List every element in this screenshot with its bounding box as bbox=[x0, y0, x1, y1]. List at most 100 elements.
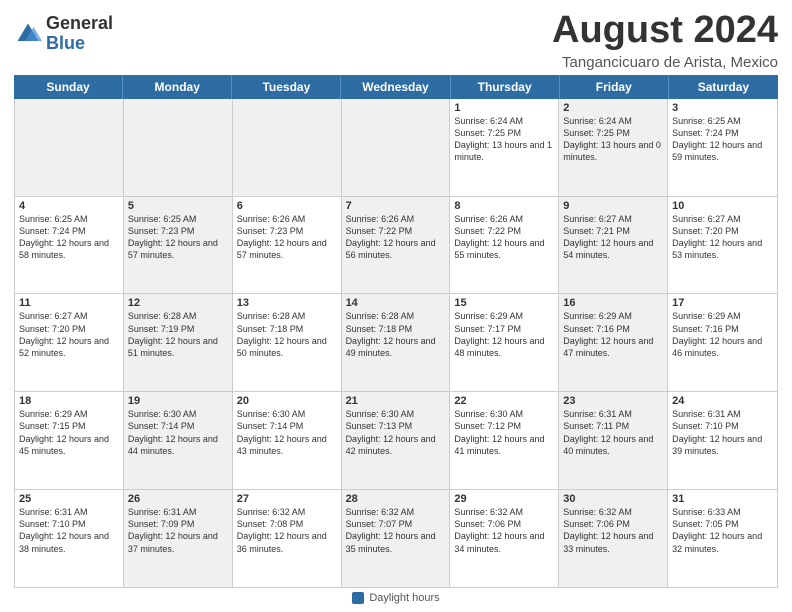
day-number: 3 bbox=[672, 102, 773, 114]
day-number: 18 bbox=[19, 395, 119, 407]
cal-cell-0-4: 1Sunrise: 6:24 AM Sunset: 7:25 PM Daylig… bbox=[450, 99, 559, 196]
day-info: Sunrise: 6:26 AM Sunset: 7:22 PM Dayligh… bbox=[454, 213, 554, 262]
cal-cell-1-5: 9Sunrise: 6:27 AM Sunset: 7:21 PM Daylig… bbox=[559, 197, 668, 294]
day-number: 15 bbox=[454, 297, 554, 309]
day-info: Sunrise: 6:33 AM Sunset: 7:05 PM Dayligh… bbox=[672, 506, 773, 555]
cal-cell-3-4: 22Sunrise: 6:30 AM Sunset: 7:12 PM Dayli… bbox=[450, 392, 559, 489]
cal-cell-2-4: 15Sunrise: 6:29 AM Sunset: 7:17 PM Dayli… bbox=[450, 294, 559, 391]
logo: General Blue bbox=[14, 14, 113, 54]
cal-cell-0-1 bbox=[124, 99, 233, 196]
day-number: 17 bbox=[672, 297, 773, 309]
day-number: 9 bbox=[563, 200, 663, 212]
cal-cell-3-5: 23Sunrise: 6:31 AM Sunset: 7:11 PM Dayli… bbox=[559, 392, 668, 489]
cal-cell-0-5: 2Sunrise: 6:24 AM Sunset: 7:25 PM Daylig… bbox=[559, 99, 668, 196]
day-info: Sunrise: 6:25 AM Sunset: 7:24 PM Dayligh… bbox=[672, 115, 773, 164]
cal-week-0: 1Sunrise: 6:24 AM Sunset: 7:25 PM Daylig… bbox=[15, 99, 777, 197]
day-number: 4 bbox=[19, 200, 119, 212]
day-number: 28 bbox=[346, 493, 446, 505]
day-info: Sunrise: 6:27 AM Sunset: 7:21 PM Dayligh… bbox=[563, 213, 663, 262]
cal-cell-1-0: 4Sunrise: 6:25 AM Sunset: 7:24 PM Daylig… bbox=[15, 197, 124, 294]
header-monday: Monday bbox=[123, 75, 232, 99]
subtitle: Tangancicuaro de Arista, Mexico bbox=[552, 54, 778, 71]
cal-cell-3-2: 20Sunrise: 6:30 AM Sunset: 7:14 PM Dayli… bbox=[233, 392, 342, 489]
day-info: Sunrise: 6:26 AM Sunset: 7:22 PM Dayligh… bbox=[346, 213, 446, 262]
cal-cell-2-6: 17Sunrise: 6:29 AM Sunset: 7:16 PM Dayli… bbox=[668, 294, 777, 391]
cal-cell-4-6: 31Sunrise: 6:33 AM Sunset: 7:05 PM Dayli… bbox=[668, 490, 777, 587]
cal-cell-0-6: 3Sunrise: 6:25 AM Sunset: 7:24 PM Daylig… bbox=[668, 99, 777, 196]
day-info: Sunrise: 6:28 AM Sunset: 7:19 PM Dayligh… bbox=[128, 310, 228, 359]
day-number: 27 bbox=[237, 493, 337, 505]
day-number: 12 bbox=[128, 297, 228, 309]
day-number: 7 bbox=[346, 200, 446, 212]
day-info: Sunrise: 6:25 AM Sunset: 7:23 PM Dayligh… bbox=[128, 213, 228, 262]
day-info: Sunrise: 6:29 AM Sunset: 7:17 PM Dayligh… bbox=[454, 310, 554, 359]
day-info: Sunrise: 6:25 AM Sunset: 7:24 PM Dayligh… bbox=[19, 213, 119, 262]
cal-cell-3-1: 19Sunrise: 6:30 AM Sunset: 7:14 PM Dayli… bbox=[124, 392, 233, 489]
cal-cell-3-0: 18Sunrise: 6:29 AM Sunset: 7:15 PM Dayli… bbox=[15, 392, 124, 489]
cal-cell-1-1: 5Sunrise: 6:25 AM Sunset: 7:23 PM Daylig… bbox=[124, 197, 233, 294]
day-info: Sunrise: 6:32 AM Sunset: 7:07 PM Dayligh… bbox=[346, 506, 446, 555]
day-info: Sunrise: 6:30 AM Sunset: 7:14 PM Dayligh… bbox=[128, 408, 228, 457]
day-number: 14 bbox=[346, 297, 446, 309]
day-number: 11 bbox=[19, 297, 119, 309]
page: General Blue August 2024 Tangancicuaro d… bbox=[0, 0, 792, 612]
day-info: Sunrise: 6:31 AM Sunset: 7:11 PM Dayligh… bbox=[563, 408, 663, 457]
header-friday: Friday bbox=[560, 75, 669, 99]
logo-blue: Blue bbox=[46, 34, 113, 54]
cal-cell-1-3: 7Sunrise: 6:26 AM Sunset: 7:22 PM Daylig… bbox=[342, 197, 451, 294]
day-info: Sunrise: 6:29 AM Sunset: 7:16 PM Dayligh… bbox=[563, 310, 663, 359]
logo-text: General Blue bbox=[46, 14, 113, 54]
cal-cell-4-5: 30Sunrise: 6:32 AM Sunset: 7:06 PM Dayli… bbox=[559, 490, 668, 587]
day-number: 31 bbox=[672, 493, 773, 505]
day-info: Sunrise: 6:24 AM Sunset: 7:25 PM Dayligh… bbox=[563, 115, 663, 164]
calendar-header: Sunday Monday Tuesday Wednesday Thursday… bbox=[14, 75, 778, 99]
calendar-body: 1Sunrise: 6:24 AM Sunset: 7:25 PM Daylig… bbox=[14, 99, 778, 588]
cal-cell-2-0: 11Sunrise: 6:27 AM Sunset: 7:20 PM Dayli… bbox=[15, 294, 124, 391]
cal-cell-1-6: 10Sunrise: 6:27 AM Sunset: 7:20 PM Dayli… bbox=[668, 197, 777, 294]
header-wednesday: Wednesday bbox=[341, 75, 450, 99]
day-info: Sunrise: 6:30 AM Sunset: 7:13 PM Dayligh… bbox=[346, 408, 446, 457]
day-info: Sunrise: 6:32 AM Sunset: 7:06 PM Dayligh… bbox=[454, 506, 554, 555]
day-info: Sunrise: 6:29 AM Sunset: 7:16 PM Dayligh… bbox=[672, 310, 773, 359]
cal-cell-0-0 bbox=[15, 99, 124, 196]
day-number: 22 bbox=[454, 395, 554, 407]
header-tuesday: Tuesday bbox=[232, 75, 341, 99]
calendar: Sunday Monday Tuesday Wednesday Thursday… bbox=[14, 75, 778, 588]
cal-cell-2-2: 13Sunrise: 6:28 AM Sunset: 7:18 PM Dayli… bbox=[233, 294, 342, 391]
day-number: 8 bbox=[454, 200, 554, 212]
day-number: 1 bbox=[454, 102, 554, 114]
day-info: Sunrise: 6:26 AM Sunset: 7:23 PM Dayligh… bbox=[237, 213, 337, 262]
title-section: August 2024 Tangancicuaro de Arista, Mex… bbox=[552, 10, 778, 71]
day-info: Sunrise: 6:27 AM Sunset: 7:20 PM Dayligh… bbox=[19, 310, 119, 359]
day-info: Sunrise: 6:31 AM Sunset: 7:10 PM Dayligh… bbox=[672, 408, 773, 457]
day-number: 21 bbox=[346, 395, 446, 407]
cal-cell-1-4: 8Sunrise: 6:26 AM Sunset: 7:22 PM Daylig… bbox=[450, 197, 559, 294]
header-saturday: Saturday bbox=[669, 75, 778, 99]
footer: Daylight hours bbox=[14, 588, 778, 604]
cal-cell-4-2: 27Sunrise: 6:32 AM Sunset: 7:08 PM Dayli… bbox=[233, 490, 342, 587]
day-number: 29 bbox=[454, 493, 554, 505]
day-number: 23 bbox=[563, 395, 663, 407]
day-number: 10 bbox=[672, 200, 773, 212]
cal-cell-2-1: 12Sunrise: 6:28 AM Sunset: 7:19 PM Dayli… bbox=[124, 294, 233, 391]
cal-cell-4-1: 26Sunrise: 6:31 AM Sunset: 7:09 PM Dayli… bbox=[124, 490, 233, 587]
day-info: Sunrise: 6:29 AM Sunset: 7:15 PM Dayligh… bbox=[19, 408, 119, 457]
cal-cell-4-0: 25Sunrise: 6:31 AM Sunset: 7:10 PM Dayli… bbox=[15, 490, 124, 587]
day-number: 24 bbox=[672, 395, 773, 407]
footer-dot bbox=[352, 592, 364, 604]
cal-week-2: 11Sunrise: 6:27 AM Sunset: 7:20 PM Dayli… bbox=[15, 294, 777, 392]
header-sunday: Sunday bbox=[14, 75, 123, 99]
day-number: 19 bbox=[128, 395, 228, 407]
day-number: 6 bbox=[237, 200, 337, 212]
day-number: 25 bbox=[19, 493, 119, 505]
day-number: 16 bbox=[563, 297, 663, 309]
day-info: Sunrise: 6:28 AM Sunset: 7:18 PM Dayligh… bbox=[237, 310, 337, 359]
cal-cell-0-2 bbox=[233, 99, 342, 196]
day-info: Sunrise: 6:31 AM Sunset: 7:09 PM Dayligh… bbox=[128, 506, 228, 555]
cal-cell-3-6: 24Sunrise: 6:31 AM Sunset: 7:10 PM Dayli… bbox=[668, 392, 777, 489]
cal-cell-2-3: 14Sunrise: 6:28 AM Sunset: 7:18 PM Dayli… bbox=[342, 294, 451, 391]
day-info: Sunrise: 6:32 AM Sunset: 7:06 PM Dayligh… bbox=[563, 506, 663, 555]
main-title: August 2024 bbox=[552, 10, 778, 52]
day-number: 13 bbox=[237, 297, 337, 309]
day-info: Sunrise: 6:24 AM Sunset: 7:25 PM Dayligh… bbox=[454, 115, 554, 164]
